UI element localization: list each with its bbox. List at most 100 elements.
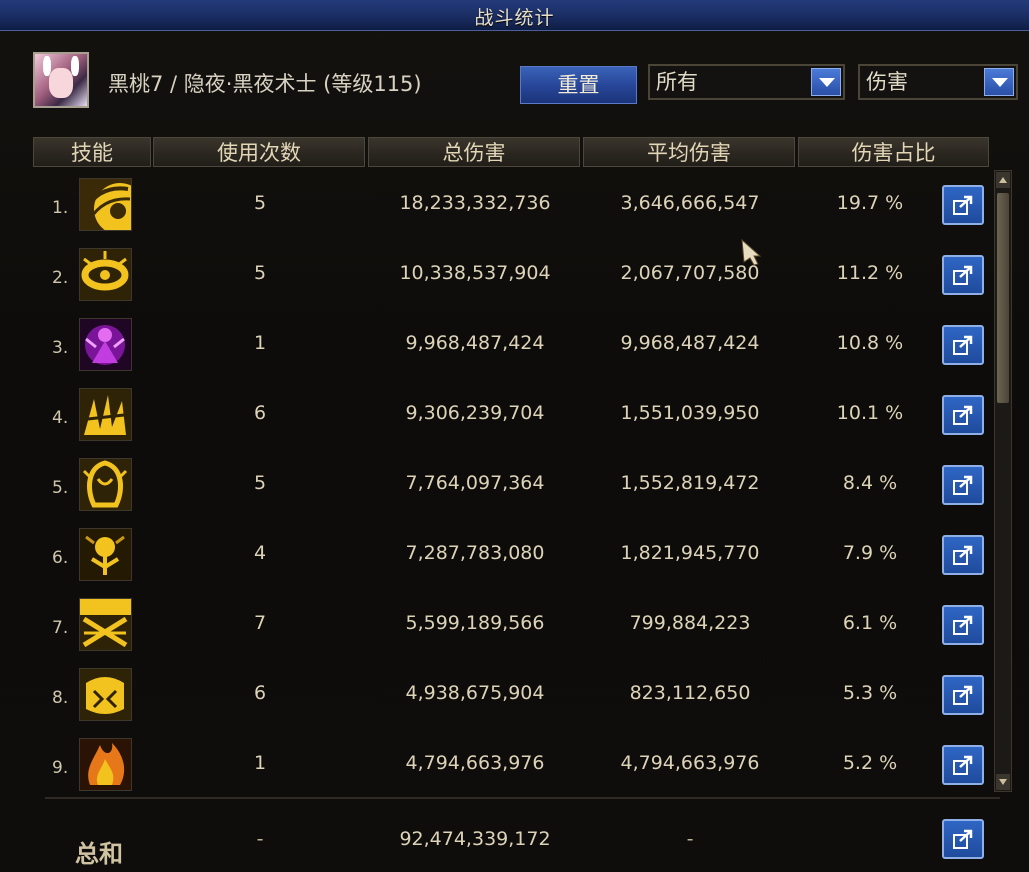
cell-total-damage: 4,938,675,904	[405, 682, 545, 704]
share-button[interactable]	[942, 395, 984, 435]
cell-average-damage: 9,968,487,424	[620, 332, 760, 354]
cell-uses: 1	[253, 332, 267, 354]
row-rank: 1.	[52, 198, 69, 218]
summary-total-damage: 92,474,339,172	[399, 828, 551, 850]
header-skill[interactable]: 技能	[33, 137, 151, 167]
row-rank: 6.	[52, 548, 69, 568]
share-icon	[953, 755, 973, 775]
avatar	[33, 52, 89, 108]
table-row[interactable]: 3. 1 9,968,487,424 9,968,487,424 10.8 %	[0, 310, 1000, 380]
cell-average-damage: 4,794,663,976	[620, 752, 760, 774]
golden-claws-skill-icon	[79, 388, 132, 441]
cell-damage-share: 6.1 %	[842, 612, 898, 634]
share-button[interactable]	[942, 255, 984, 295]
cell-total-damage: 4,794,663,976	[405, 752, 545, 774]
cell-total-damage: 7,287,783,080	[405, 542, 545, 564]
cell-total-damage: 9,968,487,424	[405, 332, 545, 354]
battle-stats-window: 战斗统计 黑桃7 / 隐夜·黑夜术士 (等级115) 重置 所有 伤害 技能 使…	[0, 0, 1029, 872]
cell-average-damage: 1,821,945,770	[620, 542, 760, 564]
cell-uses: 5	[253, 262, 267, 284]
header-total-damage[interactable]: 总伤害	[368, 137, 580, 167]
cell-average-damage: 3,646,666,547	[620, 192, 760, 214]
cell-uses: 5	[253, 192, 267, 214]
row-rank: 7.	[52, 618, 69, 638]
table-row[interactable]: 4. 6 9,306,239,704 1,551,039,950 10.1 %	[0, 380, 1000, 450]
cell-average-damage: 799,884,223	[629, 612, 751, 634]
summary-divider	[45, 797, 1000, 799]
cell-total-damage: 18,233,332,736	[399, 192, 551, 214]
share-icon	[953, 265, 973, 285]
scroll-thumb[interactable]	[997, 193, 1009, 403]
row-rank: 5.	[52, 478, 69, 498]
cell-damage-share: 19.7 %	[836, 192, 904, 214]
share-button[interactable]	[942, 465, 984, 505]
golden-ring-skill-icon	[79, 248, 132, 301]
metric-select[interactable]: 伤害	[858, 64, 1018, 100]
cell-damage-share: 10.8 %	[836, 332, 904, 354]
character-name: 黑桃7 / 隐夜·黑夜术士 (等级115)	[108, 72, 422, 96]
filter-select[interactable]: 所有	[648, 64, 845, 100]
chevron-down-icon[interactable]	[811, 68, 841, 96]
share-icon	[953, 545, 973, 565]
share-icon	[953, 475, 973, 495]
share-button[interactable]	[942, 535, 984, 575]
window-title: 战斗统计	[474, 7, 555, 29]
cell-average-damage: 1,552,819,472	[620, 472, 760, 494]
golden-arc-skill-icon	[79, 178, 132, 231]
orange-flame-skill-icon	[79, 738, 132, 791]
cell-uses: 4	[253, 542, 267, 564]
cell-total-damage: 10,338,537,904	[399, 262, 551, 284]
scroll-up-arrow-icon[interactable]	[996, 172, 1010, 188]
header-average-damage[interactable]: 平均伤害	[583, 137, 795, 167]
avatar-face	[49, 68, 73, 98]
chevron-down-icon[interactable]	[984, 68, 1014, 96]
table-row[interactable]: 8. 6 4,938,675,904 823,112,650 5.3 %	[0, 660, 1000, 730]
table-row[interactable]: 5. 5 7,764,097,364 1,552,819,472 8.4 %	[0, 450, 1000, 520]
share-icon	[953, 685, 973, 705]
cell-uses: 5	[253, 472, 267, 494]
share-icon	[953, 335, 973, 355]
cell-damage-share: 7.9 %	[842, 542, 898, 564]
filter-select-value: 所有	[656, 70, 698, 94]
table-row[interactable]: 6. 4 7,287,783,080 1,821,945,770 7.9 %	[0, 520, 1000, 590]
cell-average-damage: 1,551,039,950	[620, 402, 760, 424]
share-button[interactable]	[942, 605, 984, 645]
row-rank: 8.	[52, 688, 69, 708]
share-button[interactable]	[942, 185, 984, 225]
share-button[interactable]	[942, 745, 984, 785]
table-row[interactable]: 7. 7 5,599,189,566 799,884,223 6.1 %	[0, 590, 1000, 660]
share-icon	[953, 405, 973, 425]
row-rank: 9.	[52, 758, 69, 778]
row-rank: 4.	[52, 408, 69, 428]
golden-face-skill-icon	[79, 458, 132, 511]
cell-damage-share: 8.4 %	[842, 472, 898, 494]
cell-uses: 6	[253, 682, 267, 704]
summary-share-button[interactable]	[942, 819, 984, 859]
table-row[interactable]: 2. 5 10,338,537,904 2,067,707,580 11.2 %	[0, 240, 1000, 310]
summary-label: 总和	[75, 840, 123, 868]
table-row[interactable]: 1. 5 18,233,332,736 3,646,666,547 19.7 %	[0, 170, 1000, 240]
reset-button[interactable]: 重置	[520, 66, 637, 104]
golden-tree-skill-icon	[79, 528, 132, 581]
row-rank: 3.	[52, 338, 69, 358]
table-header: 技能 使用次数 总伤害 平均伤害 伤害占比	[33, 137, 989, 167]
header-uses[interactable]: 使用次数	[153, 137, 365, 167]
share-icon	[953, 829, 973, 849]
cell-damage-share: 5.2 %	[842, 752, 898, 774]
cell-damage-share: 5.3 %	[842, 682, 898, 704]
scrollbar[interactable]	[994, 170, 1012, 792]
cell-uses: 7	[253, 612, 267, 634]
share-icon	[953, 195, 973, 215]
scroll-down-arrow-icon[interactable]	[996, 774, 1010, 790]
row-rank: 2.	[52, 268, 69, 288]
header-damage-share[interactable]: 伤害占比	[798, 137, 989, 167]
table-row[interactable]: 9. 1 4,794,663,976 4,794,663,976 5.2 %	[0, 730, 1000, 800]
title-bar[interactable]: 战斗统计	[0, 0, 1029, 31]
cell-total-damage: 9,306,239,704	[405, 402, 545, 424]
summary-uses: -	[256, 828, 264, 850]
summary-average-damage: -	[686, 828, 694, 850]
share-icon	[953, 615, 973, 635]
purple-figure-skill-icon	[79, 318, 132, 371]
share-button[interactable]	[942, 675, 984, 715]
share-button[interactable]	[942, 325, 984, 365]
